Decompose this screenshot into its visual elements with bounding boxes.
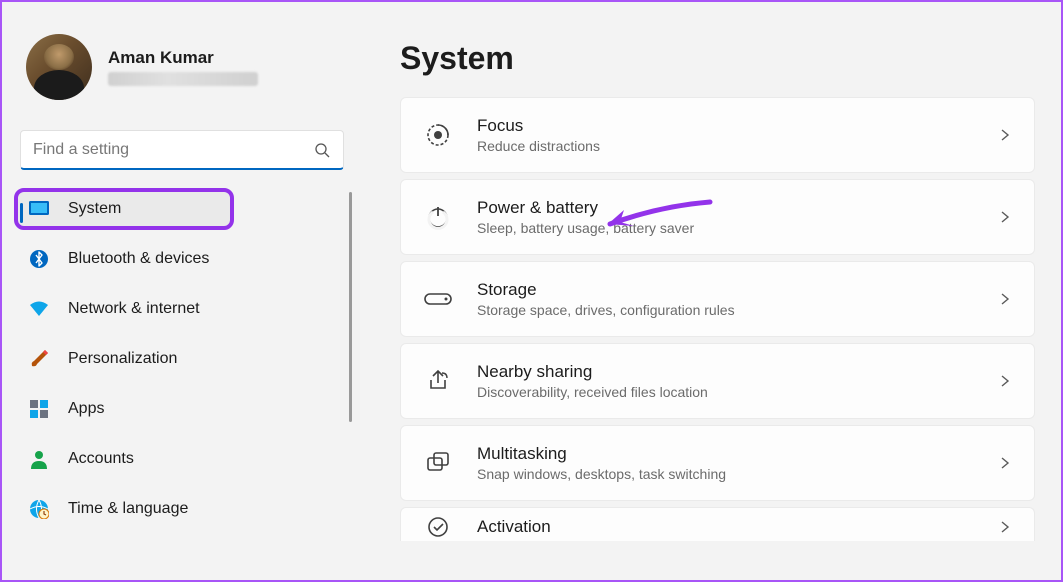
card-text: Focus Reduce distractions [477, 116, 998, 154]
sidebar-item-label: Personalization [68, 350, 177, 368]
card-title: Power & battery [477, 198, 998, 218]
card-title: Multitasking [477, 444, 998, 464]
card-text: Multitasking Snap windows, desktops, tas… [477, 444, 998, 482]
sidebar-item-system[interactable]: System [14, 188, 234, 230]
card-storage[interactable]: Storage Storage space, drives, configura… [400, 261, 1035, 337]
nav-list: System Bluetooth & devices Network & int… [14, 188, 350, 538]
chevron-right-icon [998, 292, 1012, 306]
card-subtitle: Reduce distractions [477, 138, 998, 154]
activation-icon [423, 512, 453, 542]
sidebar-item-accounts[interactable]: Accounts [14, 438, 348, 480]
search-wrap [20, 130, 344, 170]
main-content: System Focus Reduce distractions [362, 2, 1061, 580]
page-title: System [400, 40, 1035, 77]
scrollbar[interactable] [349, 192, 352, 422]
chevron-right-icon [998, 456, 1012, 470]
card-text: Nearby sharing Discoverability, received… [477, 362, 998, 400]
card-text: Power & battery Sleep, battery usage, ba… [477, 198, 998, 236]
brush-icon [28, 348, 50, 370]
chevron-right-icon [998, 128, 1012, 142]
storage-icon [423, 284, 453, 314]
power-icon [423, 202, 453, 232]
card-subtitle: Sleep, battery usage, battery saver [477, 220, 998, 236]
sidebar-item-label: Accounts [68, 450, 134, 468]
sidebar-item-bluetooth[interactable]: Bluetooth & devices [14, 238, 348, 280]
card-subtitle: Storage space, drives, configuration rul… [477, 302, 998, 318]
globe-icon [28, 498, 50, 520]
display-icon [28, 198, 50, 220]
sidebar-item-label: Network & internet [68, 300, 200, 318]
user-name: Aman Kumar [108, 48, 258, 68]
settings-card-list: Focus Reduce distractions Power & batter… [400, 97, 1035, 541]
chevron-right-icon [998, 374, 1012, 388]
person-icon [28, 448, 50, 470]
sidebar-item-time-language[interactable]: Time & language [14, 488, 348, 530]
sidebar-item-apps[interactable]: Apps [14, 388, 348, 430]
card-text: Activation [477, 517, 998, 537]
card-title: Storage [477, 280, 998, 300]
sidebar-item-label: Bluetooth & devices [68, 250, 209, 268]
card-text: Storage Storage space, drives, configura… [477, 280, 998, 318]
search-input[interactable] [20, 130, 344, 170]
focus-icon [423, 120, 453, 150]
sidebar-item-label: System [68, 200, 121, 218]
card-multitasking[interactable]: Multitasking Snap windows, desktops, tas… [400, 425, 1035, 501]
card-activation[interactable]: Activation [400, 507, 1035, 541]
multitask-icon [423, 448, 453, 478]
bluetooth-icon [28, 248, 50, 270]
chevron-right-icon [998, 210, 1012, 224]
sidebar-item-personalization[interactable]: Personalization [14, 338, 348, 380]
card-title: Activation [477, 517, 998, 537]
card-title: Focus [477, 116, 998, 136]
wifi-icon [28, 298, 50, 320]
card-focus[interactable]: Focus Reduce distractions [400, 97, 1035, 173]
sidebar: Aman Kumar System Bluetooth [2, 2, 362, 580]
card-title: Nearby sharing [477, 362, 998, 382]
card-subtitle: Snap windows, desktops, task switching [477, 466, 998, 482]
sidebar-item-label: Apps [68, 400, 104, 418]
avatar [26, 34, 92, 100]
chevron-right-icon [998, 520, 1012, 534]
sidebar-item-label: Time & language [68, 500, 188, 518]
card-nearby-sharing[interactable]: Nearby sharing Discoverability, received… [400, 343, 1035, 419]
user-email-redacted [108, 72, 258, 86]
card-subtitle: Discoverability, received files location [477, 384, 998, 400]
user-info: Aman Kumar [108, 48, 258, 86]
sidebar-item-network[interactable]: Network & internet [14, 288, 348, 330]
card-power-battery[interactable]: Power & battery Sleep, battery usage, ba… [400, 179, 1035, 255]
apps-icon [28, 398, 50, 420]
account-header[interactable]: Aman Kumar [14, 22, 350, 112]
share-icon [423, 366, 453, 396]
